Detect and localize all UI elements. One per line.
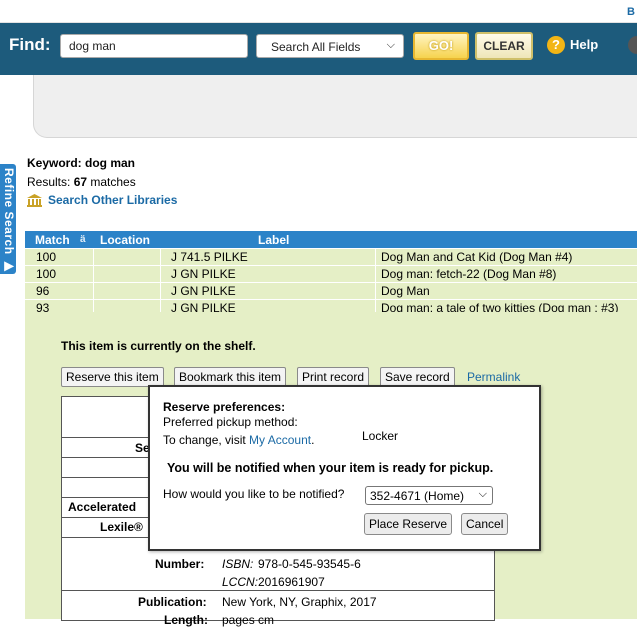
find-label: Find: <box>9 35 51 54</box>
search-input[interactable] <box>60 34 248 58</box>
results-table-header: Match ä Location Label <box>25 231 637 248</box>
call-number: J GN PILKE <box>171 267 236 281</box>
column-location[interactable]: Location <box>100 233 150 247</box>
call-number: J 741.5 PILKE <box>171 250 248 264</box>
column-match[interactable]: Match <box>35 233 70 247</box>
title-link[interactable]: Dog Man and Cat Kid (Dog Man #4) <box>381 250 572 264</box>
field-label-number: Number: <box>155 557 205 571</box>
notify-method-value: 352-4671 (Home) <box>370 489 465 503</box>
table-row[interactable]: 100 J 741.5 PILKE Dog Man and Cat Kid (D… <box>25 249 637 265</box>
field-label-publication: Publication: <box>138 595 207 609</box>
sort-indicator-icon[interactable]: ä <box>80 234 86 245</box>
help-link[interactable]: Help <box>570 37 598 52</box>
reserve-item-button[interactable]: Reserve this item <box>61 367 164 387</box>
isbn-value: 978-0-545-93545-6 <box>258 557 361 571</box>
table-divider <box>62 517 150 518</box>
lccn-label: LCCN: <box>222 575 259 589</box>
match-score: 96 <box>36 284 50 298</box>
results-prefix: Results: <box>27 175 74 189</box>
dialog-title: Reserve preferences: <box>163 400 286 414</box>
bookmark-item-button[interactable]: Bookmark this item <box>174 367 287 387</box>
toolbar-edge-icon[interactable] <box>628 36 637 54</box>
field-label-lexile: Lexile® <box>100 520 143 534</box>
search-field-select[interactable]: Search All Fields ⌵ <box>256 34 404 58</box>
results-suffix: matches <box>87 175 136 189</box>
search-other-libraries-link[interactable]: Search Other Libraries <box>48 193 177 207</box>
refine-search-tab[interactable]: Refine Search ▶ <box>0 164 16 274</box>
notification-notice: You will be notified when your item is r… <box>167 461 494 475</box>
column-label[interactable]: Label <box>258 233 289 247</box>
permalink-link[interactable]: Permalink <box>467 370 520 384</box>
match-score: 100 <box>36 267 57 281</box>
lccn-value: 2016961907 <box>258 575 325 589</box>
results-count: 67 <box>73 175 88 189</box>
table-divider <box>62 457 150 458</box>
find-bar: Find: Search All Fields ⌵ GO! CLEAR ? He… <box>0 23 637 75</box>
reserve-preferences-dialog: Reserve preferences: Preferred pickup me… <box>148 385 541 551</box>
clear-button[interactable]: CLEAR <box>475 32 533 60</box>
pickup-method-label: Preferred pickup method: <box>163 415 298 429</box>
table-row[interactable]: 100 J GN PILKE Dog man: fetch-22 (Dog Ma… <box>25 266 637 282</box>
availability-status: This item is currently on the shelf. <box>61 339 256 353</box>
results-summary: Results: 67 matches <box>27 175 136 189</box>
help-icon[interactable]: ? <box>547 36 565 54</box>
go-button[interactable]: GO! <box>413 32 469 60</box>
column-divider <box>93 249 94 316</box>
top-strip <box>0 0 637 23</box>
change-suffix: . <box>311 433 315 447</box>
field-label-accelerated: Accelerated <box>68 500 137 514</box>
table-divider <box>62 590 494 591</box>
search-options-panel <box>33 75 637 138</box>
chevron-down-icon: ⌵ <box>386 39 395 51</box>
pickup-method-value: Locker <box>362 429 399 443</box>
library-icon <box>27 194 42 210</box>
table-divider <box>62 477 150 478</box>
table-row[interactable]: 96 J GN PILKE Dog Man <box>25 283 637 299</box>
cancel-button[interactable]: Cancel <box>461 513 509 535</box>
length-value: pages cm <box>222 613 275 627</box>
notify-question: How would you like to be notified? <box>163 487 345 501</box>
column-divider <box>160 249 161 316</box>
isbn-label: ISBN: <box>222 557 254 571</box>
column-divider <box>375 249 376 316</box>
save-record-button[interactable]: Save record <box>380 367 455 387</box>
field-label-length: Length: <box>164 613 208 627</box>
title-link[interactable]: Dog Man <box>381 284 430 298</box>
table-divider <box>62 437 150 438</box>
print-record-button[interactable]: Print record <box>297 367 370 387</box>
change-prefix: To change, visit <box>163 433 250 447</box>
my-account-link[interactable]: My Account <box>249 433 311 447</box>
search-field-value: Search All Fields <box>271 40 361 54</box>
table-divider <box>62 497 150 498</box>
place-reserve-button[interactable]: Place Reserve <box>364 513 453 535</box>
change-instructions: To change, visit My Account. <box>163 433 314 447</box>
match-score: 100 <box>36 250 57 264</box>
chevron-down-icon: ⌵ <box>478 488 487 500</box>
top-link-fragment[interactable]: B <box>627 6 635 18</box>
notify-method-select[interactable]: 352-4671 (Home) ⌵ <box>365 486 493 505</box>
refine-search-label: Refine Search ▶ <box>2 168 16 273</box>
keyword-heading: Keyword: dog man <box>27 156 136 170</box>
publication-value: New York, NY, Graphix, 2017 <box>222 595 377 609</box>
title-link[interactable]: Dog man: fetch-22 (Dog Man #8) <box>381 267 556 281</box>
call-number: J GN PILKE <box>171 284 236 298</box>
table-divider <box>62 537 150 538</box>
